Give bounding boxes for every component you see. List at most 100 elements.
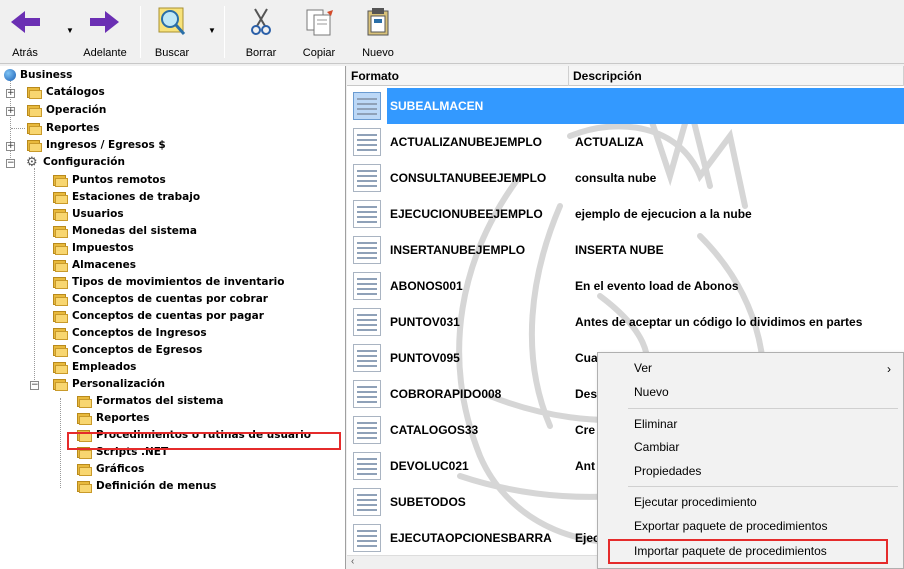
row-format: INSERTANUBEJEMPLO (390, 243, 526, 257)
row-format: CATALOGOS33 (390, 423, 479, 437)
folder-icon (76, 411, 92, 425)
search-dropdown-icon[interactable]: ▼ (208, 26, 216, 35)
procedure-icon (353, 236, 381, 264)
procedure-icon (353, 92, 381, 120)
row-format: CONSULTANUBEEJEMPLO (390, 171, 547, 185)
tree-item-definicion-menus[interactable]: Definición de menus (76, 478, 216, 495)
procedure-icon (353, 380, 381, 408)
expand-icon[interactable]: + (6, 89, 15, 98)
search-button[interactable]: Buscar (148, 2, 196, 62)
copy-icon (306, 9, 333, 36)
tree-item-estaciones[interactable]: Estaciones de trabajo (52, 189, 200, 206)
back-label: Atrás (12, 47, 38, 59)
delete-button[interactable]: Borrar (238, 2, 284, 62)
row-format: SUBEALMACEN (387, 88, 569, 124)
row-description: Ant (575, 459, 595, 473)
tree-item-formatos[interactable]: Formatos del sistema (76, 393, 223, 410)
forward-label: Adelante (83, 47, 127, 59)
list-row[interactable]: EJECUCIONUBEEJEMPLO ejemplo de ejecucion… (347, 196, 904, 232)
tree-root[interactable]: Business (4, 67, 72, 84)
tree-item-monedas[interactable]: Monedas del sistema (52, 223, 197, 240)
tree-item-personalizacion[interactable]: Personalización (52, 376, 165, 393)
tree-item-conceptos-egresos[interactable]: Conceptos de Egresos (52, 342, 202, 359)
menu-item-propiedades[interactable]: Propiedades (634, 464, 701, 478)
menu-separator (628, 486, 898, 487)
toolbar: Atrás ▼ Adelante Buscar ▼ Borrar Copiar … (0, 0, 904, 64)
procedure-icon (353, 128, 381, 156)
row-description: Des (575, 387, 598, 401)
copy-label: Copiar (302, 47, 336, 59)
tree-connector (11, 128, 25, 129)
folder-icon (52, 258, 68, 272)
expand-icon[interactable]: + (6, 142, 15, 151)
collapse-icon[interactable]: − (30, 381, 39, 390)
row-format: ABONOS001 (390, 279, 463, 293)
procedure-icon (353, 200, 381, 228)
tree-item-operacion[interactable]: Operación (26, 102, 106, 119)
list-row[interactable]: INSERTANUBEJEMPLO INSERTA NUBE (347, 232, 904, 268)
folder-icon (26, 121, 42, 135)
procedure-icon (353, 452, 381, 480)
menu-item-ejecutar-procedimiento[interactable]: Ejecutar procedimiento (634, 495, 757, 509)
expand-icon[interactable]: + (6, 107, 15, 116)
tree-item-tipos-movimientos[interactable]: Tipos de movimientos de inventario (52, 274, 284, 291)
procedure-icon (353, 164, 381, 192)
selection-fill (569, 88, 904, 124)
scissors-icon (251, 8, 271, 35)
tree-item-ingresos-egresos[interactable]: Ingresos / Egresos $ (26, 137, 166, 154)
column-header-format[interactable]: Formato (347, 66, 569, 86)
tree-item-catalogos[interactable]: Catálogos (26, 84, 105, 101)
procedure-icon (353, 488, 381, 516)
list-row[interactable]: PUNTOV031 Antes de aceptar un código lo … (347, 304, 904, 340)
tree-item-impuestos[interactable]: Impuestos (52, 240, 134, 257)
tree-item-cuentas-cobrar[interactable]: Conceptos de cuentas por cobrar (52, 291, 268, 308)
forward-button[interactable]: Adelante (78, 2, 132, 62)
tree-item-reportes-personalizacion[interactable]: Reportes (76, 410, 150, 427)
new-label: Nuevo (362, 47, 394, 59)
row-format: PUNTOV095 (390, 351, 460, 365)
row-description: Cre (575, 423, 596, 437)
list-row[interactable]: CONSULTANUBEEJEMPLO consulta nube (347, 160, 904, 196)
row-format: EJECUCIONUBEEJEMPLO (390, 207, 543, 221)
back-button[interactable]: Atrás (2, 2, 48, 62)
procedure-icon (353, 416, 381, 444)
row-format: COBRORAPIDO008 (390, 387, 502, 401)
tree-item-cuentas-pagar[interactable]: Conceptos de cuentas por pagar (52, 308, 264, 325)
procedure-icon (353, 308, 381, 336)
menu-item-nuevo[interactable]: Nuevo (634, 385, 669, 399)
globe-icon (4, 69, 16, 81)
copy-button[interactable]: Copiar (294, 2, 344, 62)
menu-item-eliminar[interactable]: Eliminar (634, 417, 677, 431)
collapse-icon[interactable]: − (6, 159, 15, 168)
menu-item-exportar-paquete[interactable]: Exportar paquete de procedimientos (634, 519, 827, 533)
menu-item-ver[interactable]: Ver (634, 361, 652, 375)
row-description: Cua (575, 351, 598, 365)
toolbar-separator (224, 6, 225, 58)
tree-item-almacenes[interactable]: Almacenes (52, 257, 136, 274)
tree-item-puntos-remotos[interactable]: Puntos remotos (52, 172, 166, 189)
back-dropdown-icon[interactable]: ▼ (66, 26, 74, 35)
folder-icon (52, 241, 68, 255)
list-row[interactable]: SUBEALMACEN (347, 88, 904, 124)
folder-icon (52, 326, 68, 340)
scroll-left-icon[interactable]: ‹ (351, 556, 354, 567)
row-description: Antes de aceptar un código lo dividimos … (575, 315, 863, 329)
row-description: ejemplo de ejecucion a la nube (575, 207, 752, 221)
list-row[interactable]: ACTUALIZANUBEJEMPLO ACTUALIZA (347, 124, 904, 160)
list-row[interactable]: ABONOS001 En el evento load de Abonos (347, 268, 904, 304)
folder-icon (52, 309, 68, 323)
column-header-description[interactable]: Descripción (569, 66, 904, 86)
tree-item-graficos[interactable]: Gráficos (76, 461, 144, 478)
tree-item-empleados[interactable]: Empleados (52, 359, 136, 376)
context-menu: Ver › Nuevo Eliminar Cambiar Propiedades… (597, 352, 904, 569)
menu-item-cambiar[interactable]: Cambiar (634, 440, 679, 454)
folder-icon (76, 394, 92, 408)
tree-item-reportes[interactable]: Reportes (26, 120, 100, 137)
new-button[interactable]: Nuevo (356, 2, 400, 62)
tree-item-usuarios[interactable]: Usuarios (52, 206, 124, 223)
submenu-arrow-icon: › (887, 362, 891, 376)
tree-item-configuracion[interactable]: ⚙ Configuración (26, 154, 125, 171)
tree-item-conceptos-ingresos[interactable]: Conceptos de Ingresos (52, 325, 207, 342)
procedure-icon (353, 524, 381, 552)
folder-icon (52, 292, 68, 306)
